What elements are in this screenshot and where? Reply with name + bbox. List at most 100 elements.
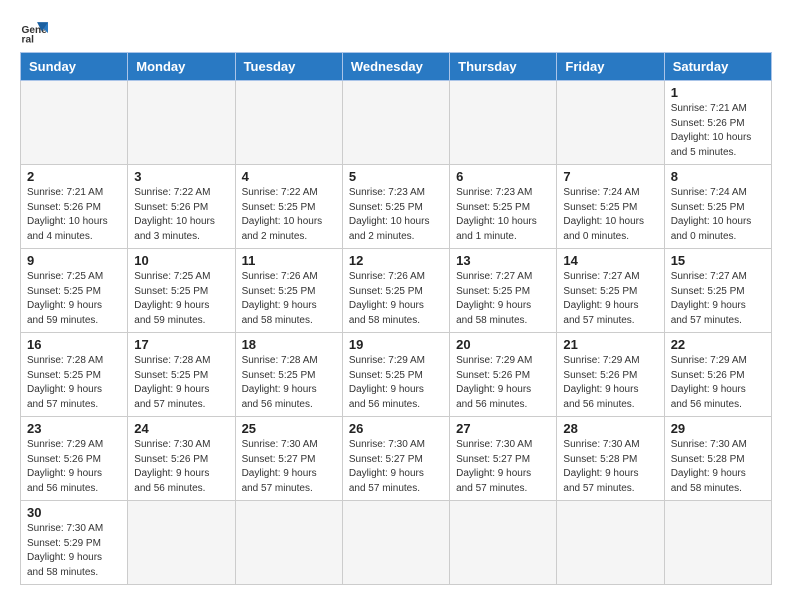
page-header: Gene ral — [20, 16, 772, 44]
day-number: 29 — [671, 421, 765, 436]
calendar-day-cell: 16 Sunrise: 7:28 AM Sunset: 5:25 PM Dayli… — [21, 333, 128, 417]
weekday-header: Saturday — [664, 53, 771, 81]
day-number: 3 — [134, 169, 228, 184]
day-info: Sunrise: 7:28 AM Sunset: 5:25 PM Dayligh… — [27, 354, 121, 412]
calendar-day-cell: 27 Sunrise: 7:30 AM Sunset: 5:27 PM Dayli… — [450, 417, 557, 501]
calendar-day-cell: 30 Sunrise: 7:30 AM Sunset: 5:29 PM Dayli… — [21, 501, 128, 585]
day-info: Sunrise: 7:27 AM Sunset: 5:25 PM Dayligh… — [563, 270, 657, 328]
day-number: 7 — [563, 169, 657, 184]
calendar-week-row: 1 Sunrise: 7:21 AM Sunset: 5:26 PM Daylig… — [21, 81, 772, 165]
calendar-table: SundayMondayTuesdayWednesdayThursdayFrid… — [20, 52, 772, 585]
day-info: Sunrise: 7:21 AM Sunset: 5:26 PM Dayligh… — [671, 102, 765, 160]
calendar-day-cell — [235, 501, 342, 585]
day-info: Sunrise: 7:30 AM Sunset: 5:27 PM Dayligh… — [456, 438, 550, 496]
calendar-week-row: 16 Sunrise: 7:28 AM Sunset: 5:25 PM Dayli… — [21, 333, 772, 417]
calendar-week-row: 2Sunrise: 7:21 AM Sunset: 5:26 PM Daylig… — [21, 165, 772, 249]
day-info: Sunrise: 7:26 AM Sunset: 5:25 PM Dayligh… — [242, 270, 336, 328]
calendar-day-cell: 20Sunrise: 7:29 AM Sunset: 5:26 PM Dayli… — [450, 333, 557, 417]
day-number: 11 — [242, 253, 336, 268]
calendar-day-cell: 21Sunrise: 7:29 AM Sunset: 5:26 PM Dayli… — [557, 333, 664, 417]
calendar-day-cell: 24 Sunrise: 7:30 AM Sunset: 5:26 PM Dayli… — [128, 417, 235, 501]
day-info: Sunrise: 7:23 AM Sunset: 5:25 PM Dayligh… — [349, 186, 443, 244]
logo: Gene ral — [20, 16, 52, 44]
calendar-day-cell: 25 Sunrise: 7:30 AM Sunset: 5:27 PM Dayli… — [235, 417, 342, 501]
day-number: 23 — [27, 421, 121, 436]
day-number: 13 — [456, 253, 550, 268]
calendar-day-cell: 28 Sunrise: 7:30 AM Sunset: 5:28 PM Dayli… — [557, 417, 664, 501]
svg-text:ral: ral — [22, 34, 35, 44]
day-number: 24 — [134, 421, 228, 436]
calendar-day-cell: 2Sunrise: 7:21 AM Sunset: 5:26 PM Daylig… — [21, 165, 128, 249]
calendar-day-cell: 19 Sunrise: 7:29 AM Sunset: 5:25 PM Dayli… — [342, 333, 449, 417]
weekday-header: Monday — [128, 53, 235, 81]
calendar-week-row: 23 Sunrise: 7:29 AM Sunset: 5:26 PM Dayli… — [21, 417, 772, 501]
day-number: 28 — [563, 421, 657, 436]
day-info: Sunrise: 7:30 AM Sunset: 5:26 PM Dayligh… — [134, 438, 228, 496]
weekday-header: Thursday — [450, 53, 557, 81]
day-info: Sunrise: 7:28 AM Sunset: 5:25 PM Dayligh… — [242, 354, 336, 412]
day-info: Sunrise: 7:24 AM Sunset: 5:25 PM Dayligh… — [563, 186, 657, 244]
calendar-day-cell: 9 Sunrise: 7:25 AM Sunset: 5:25 PM Daylig… — [21, 249, 128, 333]
calendar-day-cell: 23 Sunrise: 7:29 AM Sunset: 5:26 PM Dayli… — [21, 417, 128, 501]
weekday-header: Wednesday — [342, 53, 449, 81]
calendar-day-cell: 7 Sunrise: 7:24 AM Sunset: 5:25 PM Daylig… — [557, 165, 664, 249]
calendar-day-cell: 6Sunrise: 7:23 AM Sunset: 5:25 PM Daylig… — [450, 165, 557, 249]
calendar-day-cell — [342, 501, 449, 585]
calendar-day-cell: 8 Sunrise: 7:24 AM Sunset: 5:25 PM Daylig… — [664, 165, 771, 249]
day-number: 20 — [456, 337, 550, 352]
day-info: Sunrise: 7:22 AM Sunset: 5:25 PM Dayligh… — [242, 186, 336, 244]
day-info: Sunrise: 7:30 AM Sunset: 5:27 PM Dayligh… — [349, 438, 443, 496]
calendar-day-cell: 12 Sunrise: 7:26 AM Sunset: 5:25 PM Dayli… — [342, 249, 449, 333]
day-number: 30 — [27, 505, 121, 520]
day-info: Sunrise: 7:26 AM Sunset: 5:25 PM Dayligh… — [349, 270, 443, 328]
day-number: 4 — [242, 169, 336, 184]
calendar-day-cell — [557, 81, 664, 165]
calendar-day-cell: 15 Sunrise: 7:27 AM Sunset: 5:25 PM Dayli… — [664, 249, 771, 333]
day-info: Sunrise: 7:22 AM Sunset: 5:26 PM Dayligh… — [134, 186, 228, 244]
day-info: Sunrise: 7:30 AM Sunset: 5:28 PM Dayligh… — [671, 438, 765, 496]
calendar-day-cell: 11 Sunrise: 7:26 AM Sunset: 5:25 PM Dayli… — [235, 249, 342, 333]
calendar-header-row: SundayMondayTuesdayWednesdayThursdayFrid… — [21, 53, 772, 81]
day-number: 1 — [671, 85, 765, 100]
day-number: 25 — [242, 421, 336, 436]
calendar-day-cell: 3 Sunrise: 7:22 AM Sunset: 5:26 PM Daylig… — [128, 165, 235, 249]
day-number: 9 — [27, 253, 121, 268]
calendar-day-cell: 13 Sunrise: 7:27 AM Sunset: 5:25 PM Dayli… — [450, 249, 557, 333]
calendar-day-cell: 22 Sunrise: 7:29 AM Sunset: 5:26 PM Dayli… — [664, 333, 771, 417]
day-number: 10 — [134, 253, 228, 268]
day-number: 5 — [349, 169, 443, 184]
day-info: Sunrise: 7:30 AM Sunset: 5:29 PM Dayligh… — [27, 522, 121, 580]
day-info: Sunrise: 7:21 AM Sunset: 5:26 PM Dayligh… — [27, 186, 121, 244]
day-number: 12 — [349, 253, 443, 268]
calendar-day-cell: 1 Sunrise: 7:21 AM Sunset: 5:26 PM Daylig… — [664, 81, 771, 165]
calendar-day-cell — [21, 81, 128, 165]
logo-icon: Gene ral — [20, 16, 48, 44]
day-number: 26 — [349, 421, 443, 436]
calendar-day-cell: 29 Sunrise: 7:30 AM Sunset: 5:28 PM Dayli… — [664, 417, 771, 501]
day-info: Sunrise: 7:30 AM Sunset: 5:28 PM Dayligh… — [563, 438, 657, 496]
day-number: 18 — [242, 337, 336, 352]
day-info: Sunrise: 7:29 AM Sunset: 5:26 PM Dayligh… — [671, 354, 765, 412]
calendar-week-row: 9 Sunrise: 7:25 AM Sunset: 5:25 PM Daylig… — [21, 249, 772, 333]
day-number: 14 — [563, 253, 657, 268]
calendar-day-cell — [342, 81, 449, 165]
day-info: Sunrise: 7:29 AM Sunset: 5:25 PM Dayligh… — [349, 354, 443, 412]
day-number: 15 — [671, 253, 765, 268]
day-info: Sunrise: 7:25 AM Sunset: 5:25 PM Dayligh… — [134, 270, 228, 328]
day-info: Sunrise: 7:29 AM Sunset: 5:26 PM Dayligh… — [27, 438, 121, 496]
day-number: 8 — [671, 169, 765, 184]
calendar-day-cell: 17Sunrise: 7:28 AM Sunset: 5:25 PM Dayli… — [128, 333, 235, 417]
day-number: 22 — [671, 337, 765, 352]
day-info: Sunrise: 7:27 AM Sunset: 5:25 PM Dayligh… — [456, 270, 550, 328]
day-info: Sunrise: 7:27 AM Sunset: 5:25 PM Dayligh… — [671, 270, 765, 328]
weekday-header: Friday — [557, 53, 664, 81]
day-info: Sunrise: 7:24 AM Sunset: 5:25 PM Dayligh… — [671, 186, 765, 244]
weekday-header: Sunday — [21, 53, 128, 81]
weekday-header: Tuesday — [235, 53, 342, 81]
calendar-day-cell — [450, 81, 557, 165]
day-number: 16 — [27, 337, 121, 352]
day-info: Sunrise: 7:30 AM Sunset: 5:27 PM Dayligh… — [242, 438, 336, 496]
day-number: 27 — [456, 421, 550, 436]
day-number: 19 — [349, 337, 443, 352]
day-info: Sunrise: 7:25 AM Sunset: 5:25 PM Dayligh… — [27, 270, 121, 328]
